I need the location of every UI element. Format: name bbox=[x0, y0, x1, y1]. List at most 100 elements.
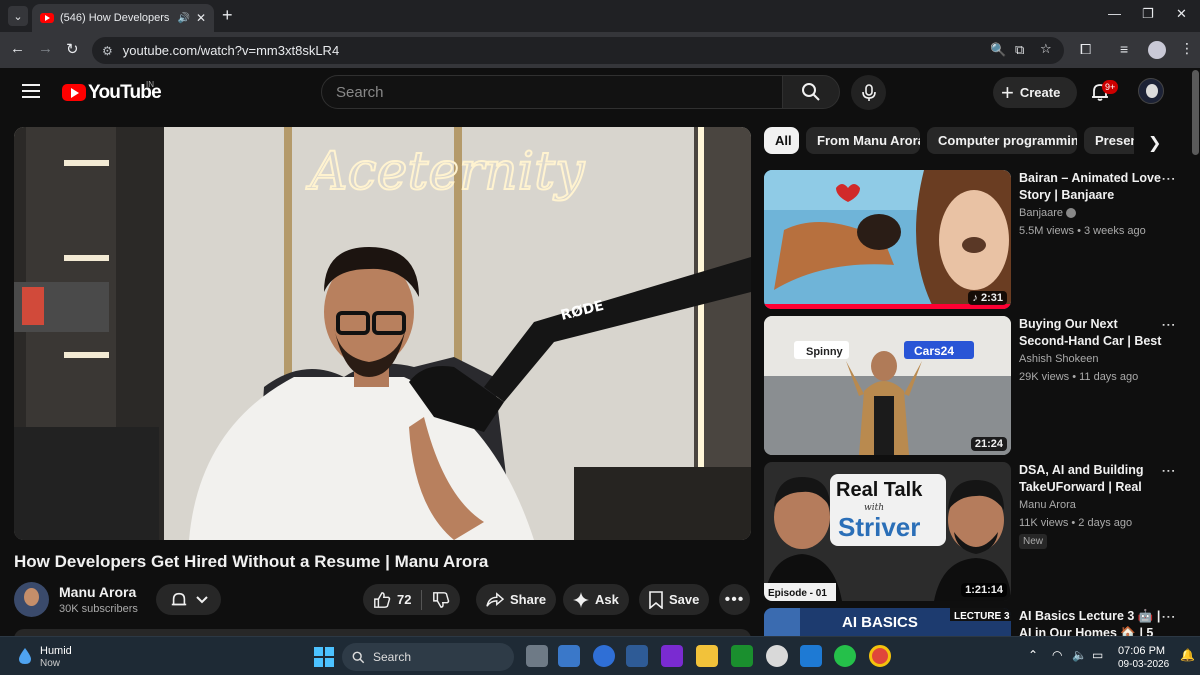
ask-button[interactable]: Ask bbox=[563, 584, 629, 615]
tab-search-icon[interactable]: ⌄ bbox=[8, 6, 28, 26]
chip-from-manu-arora[interactable]: From Manu Arora bbox=[806, 127, 920, 154]
minimize-button[interactable]: — bbox=[1108, 6, 1121, 21]
voice-search-button[interactable] bbox=[851, 75, 886, 110]
recommendation-thumbnail[interactable]: Spinny Cars24 21:24 bbox=[764, 316, 1011, 455]
bookmark-star-icon[interactable]: ☆ bbox=[1040, 41, 1052, 57]
browser-tab-active[interactable]: (546) How Developers Get Hired 🔊 ✕ bbox=[32, 4, 214, 32]
volume-icon[interactable]: 🔈 bbox=[1072, 648, 1087, 662]
reload-icon[interactable]: ↻ bbox=[66, 40, 79, 58]
recommendation-item[interactable]: ♪ 2:31 Bairan – Animated Love Story | Ba… bbox=[764, 170, 1184, 310]
chrome-profile-avatar[interactable] bbox=[1148, 41, 1166, 59]
recommendation-channel[interactable]: Banjaare bbox=[1019, 207, 1077, 219]
xbox-icon[interactable] bbox=[731, 645, 753, 667]
thumbnail-image: AI BASICS LECTURE 3 bbox=[764, 608, 1011, 636]
recommendation-title[interactable]: DSA, AI and Building TakeUForward | Real… bbox=[1019, 462, 1164, 496]
search-input[interactable]: Search bbox=[321, 75, 783, 109]
clock-app-icon[interactable] bbox=[766, 645, 788, 667]
bell-icon bbox=[171, 592, 186, 605]
taskbar-time[interactable]: 07:06 PM bbox=[1118, 645, 1165, 657]
subscribed-notification-button[interactable] bbox=[156, 584, 221, 615]
menu-icon[interactable] bbox=[22, 84, 40, 98]
weather-status[interactable]: Humid bbox=[40, 645, 72, 657]
youtube-favicon-icon bbox=[40, 13, 54, 23]
create-button[interactable]: + Create bbox=[993, 77, 1077, 108]
bookmark-icon bbox=[649, 590, 663, 609]
vscode-icon[interactable] bbox=[800, 645, 822, 667]
video-frame: Aceternity RØDE bbox=[14, 127, 751, 540]
thumb-text-ai-basics: AI BASICS bbox=[842, 614, 918, 631]
new-badge: New bbox=[1019, 534, 1048, 549]
recommendation-channel[interactable]: Ashish Shokeen bbox=[1019, 353, 1099, 365]
thumbnail-image: Real Talk with Striver Episode - 01 bbox=[764, 462, 1011, 601]
like-count[interactable]: 72 bbox=[397, 592, 411, 607]
recommendation-title[interactable]: AI Basics Lecture 3 🤖 | AI in Our Homes … bbox=[1019, 608, 1164, 636]
battery-icon[interactable]: ▭ bbox=[1092, 648, 1103, 662]
share-button[interactable]: Share bbox=[476, 584, 557, 615]
recommendation-menu-icon[interactable]: ⋮ bbox=[1161, 464, 1177, 478]
recommendation-thumbnail[interactable]: Real Talk with Striver Episode - 01 1:21… bbox=[764, 462, 1011, 601]
address-bar[interactable]: ⚙ youtube.com/watch?v=mm3xt8skLR4 bbox=[92, 37, 1064, 64]
windows-start-icon[interactable] bbox=[314, 647, 334, 667]
app-icon-purple[interactable] bbox=[661, 645, 683, 667]
save-button[interactable]: Save bbox=[639, 584, 710, 615]
channel-name[interactable]: Manu Arora bbox=[59, 584, 136, 600]
chip-computer-programming[interactable]: Computer programming bbox=[927, 127, 1077, 154]
whatsapp-icon[interactable] bbox=[834, 645, 856, 667]
chevron-right-icon[interactable]: ❯ bbox=[1148, 133, 1161, 153]
recommendation-menu-icon[interactable]: ⋮ bbox=[1161, 318, 1177, 332]
humidity-drop-icon[interactable] bbox=[18, 647, 32, 665]
microsoft-store-icon[interactable] bbox=[558, 645, 580, 667]
dislike-icon[interactable] bbox=[432, 591, 450, 609]
media-controls-icon[interactable]: ≡ bbox=[1120, 41, 1128, 57]
new-tab-button[interactable]: + bbox=[222, 5, 233, 26]
chrome-taskbar-icon[interactable] bbox=[869, 645, 891, 667]
chip-presentations[interactable]: Presentations bbox=[1084, 127, 1134, 154]
restore-button[interactable]: ❐ bbox=[1142, 6, 1154, 22]
taskbar-date[interactable]: 09-03-2026 bbox=[1118, 659, 1169, 670]
chip-all[interactable]: All bbox=[764, 127, 799, 154]
chrome-menu-icon[interactable]: ⋮ bbox=[1180, 40, 1194, 57]
account-avatar[interactable] bbox=[1138, 78, 1164, 104]
recommendation-item[interactable]: Spinny Cars24 21:24 Buying Our Next Seco… bbox=[764, 316, 1184, 456]
window-close-button[interactable]: ✕ bbox=[1176, 6, 1187, 22]
recommendation-thumbnail[interactable]: ♪ 2:31 bbox=[764, 170, 1011, 309]
recommendation-channel[interactable]: Manu Arora bbox=[1019, 499, 1076, 511]
extensions-icon[interactable]: ⧠ bbox=[1080, 41, 1091, 58]
back-icon[interactable]: ← bbox=[10, 40, 25, 57]
thumb-text-episode: Episode - 01 bbox=[768, 588, 827, 599]
search-button[interactable] bbox=[782, 75, 840, 109]
file-explorer-icon[interactable] bbox=[696, 645, 718, 667]
tab-close-icon[interactable]: ✕ bbox=[196, 11, 206, 25]
notification-center-icon[interactable]: 🔔 bbox=[1180, 648, 1195, 662]
task-view-icon[interactable] bbox=[526, 645, 548, 667]
zoom-icon[interactable]: 🔍 bbox=[990, 42, 1006, 58]
tab-audio-icon[interactable]: 🔊 bbox=[177, 13, 189, 24]
app-icon-blue[interactable] bbox=[593, 645, 615, 667]
youtube-logo-icon[interactable] bbox=[62, 84, 86, 101]
recommendation-item[interactable]: AI BASICS LECTURE 3 AI Basics Lecture 3 … bbox=[764, 608, 1184, 636]
video-title: How Developers Get Hired Without a Resum… bbox=[14, 552, 489, 571]
channel-avatar[interactable] bbox=[14, 582, 49, 617]
save-label: Save bbox=[669, 592, 700, 607]
recommendation-channel-name: Banjaare bbox=[1019, 207, 1064, 219]
recommendation-title[interactable]: Buying Our Next Second-Hand Car | Best U… bbox=[1019, 316, 1164, 350]
tray-overflow-icon[interactable]: ⌃ bbox=[1028, 648, 1038, 662]
like-dislike-group: 72 bbox=[363, 584, 461, 615]
taskbar-search[interactable]: Search bbox=[342, 643, 514, 671]
app-icon-photos[interactable] bbox=[626, 645, 648, 667]
video-player[interactable]: Aceternity RØDE bbox=[14, 127, 751, 540]
create-label: Create bbox=[1019, 85, 1061, 100]
recommendation-thumbnail[interactable]: AI BASICS LECTURE 3 bbox=[764, 608, 1011, 636]
recommendation-item[interactable]: Real Talk with Striver Episode - 01 1:21… bbox=[764, 462, 1184, 602]
recommendation-menu-icon[interactable]: ⋮ bbox=[1161, 172, 1177, 186]
wifi-icon[interactable]: ◠ bbox=[1052, 648, 1062, 662]
recommendation-title[interactable]: Bairan – Animated Love Story | Banjaare … bbox=[1019, 170, 1164, 204]
site-info-icon[interactable]: ⚙ bbox=[102, 44, 113, 58]
forward-icon[interactable]: → bbox=[38, 40, 53, 57]
scrollbar-thumb[interactable] bbox=[1192, 70, 1199, 155]
like-icon[interactable] bbox=[373, 591, 391, 609]
install-app-icon[interactable]: ⧉ bbox=[1015, 42, 1024, 58]
recommendation-menu-icon[interactable]: ⋮ bbox=[1161, 610, 1177, 624]
more-actions-button[interactable]: ••• bbox=[719, 584, 750, 615]
duration-badge: 21:24 bbox=[970, 437, 1007, 451]
